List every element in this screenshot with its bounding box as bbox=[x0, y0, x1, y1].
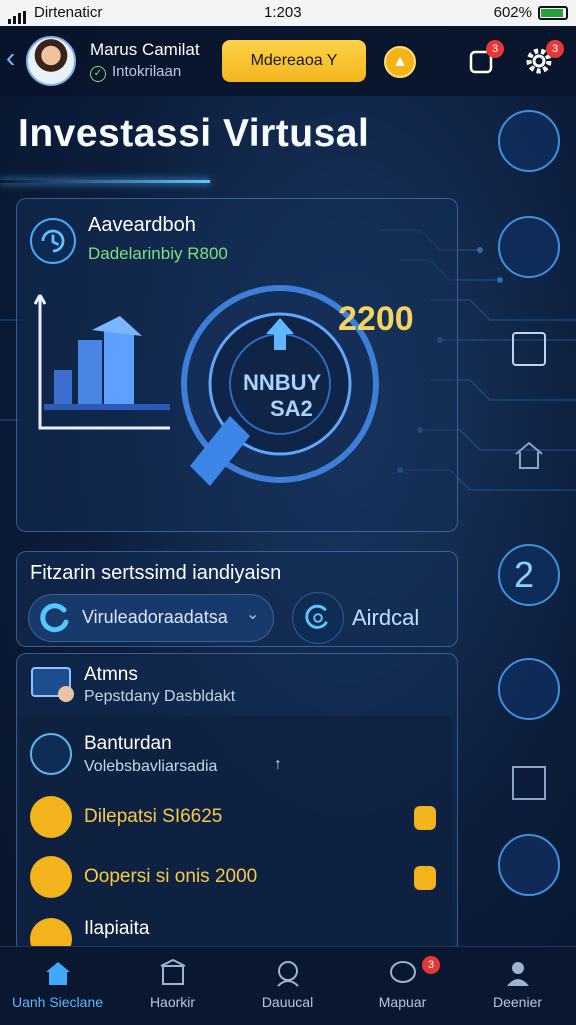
user-status: ✓ Intokrilaan bbox=[90, 63, 181, 82]
search-icon[interactable] bbox=[498, 658, 560, 720]
signal-icon bbox=[8, 7, 28, 24]
list-item-title[interactable]: Banturdan bbox=[84, 733, 172, 755]
shield-icon[interactable] bbox=[498, 216, 560, 278]
card-subtitle: Dadelarinbiy R800 bbox=[88, 244, 228, 263]
refresh-icon bbox=[30, 218, 76, 264]
settings-badge: 3 bbox=[546, 40, 564, 58]
laptop-icon bbox=[31, 667, 74, 702]
arrow-icon: ↑ bbox=[274, 756, 282, 773]
list-item-title[interactable]: Dilepatsi SI6625 bbox=[84, 806, 222, 828]
chevron-down-icon[interactable]: ⌄ bbox=[246, 604, 259, 624]
user-name: Marus Camilat bbox=[90, 40, 200, 59]
rail-number: 2 bbox=[514, 554, 535, 595]
profile-icon bbox=[276, 961, 299, 987]
nav-market[interactable]: Haorkir bbox=[115, 946, 230, 1010]
nav-profile-label: Deenier bbox=[492, 994, 543, 1010]
nav-home-label: Uanh Sieclane bbox=[11, 994, 104, 1010]
assets-subtitle: Pepstdany Dasbldakt bbox=[84, 688, 236, 705]
back-chevron-icon[interactable]: ‹ bbox=[6, 42, 15, 74]
battery-percent: 602% bbox=[493, 4, 532, 21]
home-icon[interactable] bbox=[512, 438, 546, 472]
nav-market-label: Haorkir bbox=[149, 994, 196, 1010]
membership-button[interactable]: Mdereaoa Y bbox=[222, 40, 366, 82]
home-icon bbox=[45, 962, 70, 985]
filter-title: Fitzarin sertssimd iandiyaisn bbox=[30, 562, 282, 584]
lock-icon[interactable] bbox=[414, 806, 436, 830]
nav-profile[interactable]: Deenier bbox=[460, 946, 575, 1010]
nav-home[interactable]: Uanh Sieclane bbox=[0, 946, 115, 1010]
check-icon: ✓ bbox=[90, 66, 106, 82]
list-item-title[interactable]: Oopersi si onis 2000 bbox=[84, 866, 257, 888]
user-icon bbox=[506, 962, 529, 986]
carrier-name: Dirtenaticr bbox=[34, 4, 103, 21]
list-item-title[interactable]: Ilapiaita bbox=[84, 918, 150, 940]
arcade-link[interactable]: Airdcal bbox=[352, 605, 419, 631]
nav-portfolio[interactable]: Dauucal bbox=[230, 946, 345, 1010]
avatar[interactable] bbox=[26, 36, 76, 86]
nav-messages-label: Mapuar bbox=[378, 994, 427, 1010]
hexagon-icon[interactable] bbox=[498, 834, 560, 896]
notifications-badge: 3 bbox=[486, 40, 504, 58]
chat-icon bbox=[389, 961, 416, 983]
app-header: ‹ Marus Camilat ✓ Intokrilaan Mdereaoa Y … bbox=[0, 26, 576, 96]
lock-icon[interactable] bbox=[414, 866, 436, 890]
list-item-subtitle: Volebsbavliarsadia bbox=[84, 758, 218, 775]
document-icon[interactable] bbox=[512, 332, 546, 366]
dial-label-1: NNBUY bbox=[243, 370, 322, 395]
clock-icon bbox=[30, 856, 72, 898]
nav-portfolio-label: Dauucal bbox=[261, 994, 314, 1010]
nav-badge: 3 bbox=[422, 956, 440, 974]
clock: 1:203 bbox=[264, 4, 302, 21]
building-chart-icon bbox=[33, 294, 170, 430]
portfolio-amount: 2200 bbox=[338, 300, 414, 338]
spiral-icon[interactable] bbox=[292, 592, 344, 644]
folder-icon[interactable] bbox=[498, 110, 560, 172]
battery-icon bbox=[538, 6, 568, 20]
category-select-value: Viruleadoraadatsa bbox=[82, 607, 228, 627]
wallet-icon bbox=[30, 796, 72, 838]
swirl-icon bbox=[40, 603, 69, 633]
bank-icon bbox=[30, 733, 72, 775]
grid-icon[interactable] bbox=[512, 766, 546, 800]
title-underline bbox=[0, 180, 210, 183]
dial-label-2: SA2 bbox=[270, 396, 313, 421]
card-title: Aaveardboh bbox=[88, 214, 196, 236]
nav-messages[interactable]: Mapuar bbox=[345, 946, 460, 1010]
coin-icon[interactable]: ▲ bbox=[384, 46, 416, 78]
store-icon bbox=[160, 958, 185, 985]
assets-title: Atmns bbox=[84, 664, 138, 685]
page-title: Investassi Virtusal bbox=[18, 112, 370, 155]
status-bar: Dirtenaticr 1:203 602% bbox=[0, 0, 576, 26]
user-status-label: Intokrilaan bbox=[112, 63, 182, 80]
